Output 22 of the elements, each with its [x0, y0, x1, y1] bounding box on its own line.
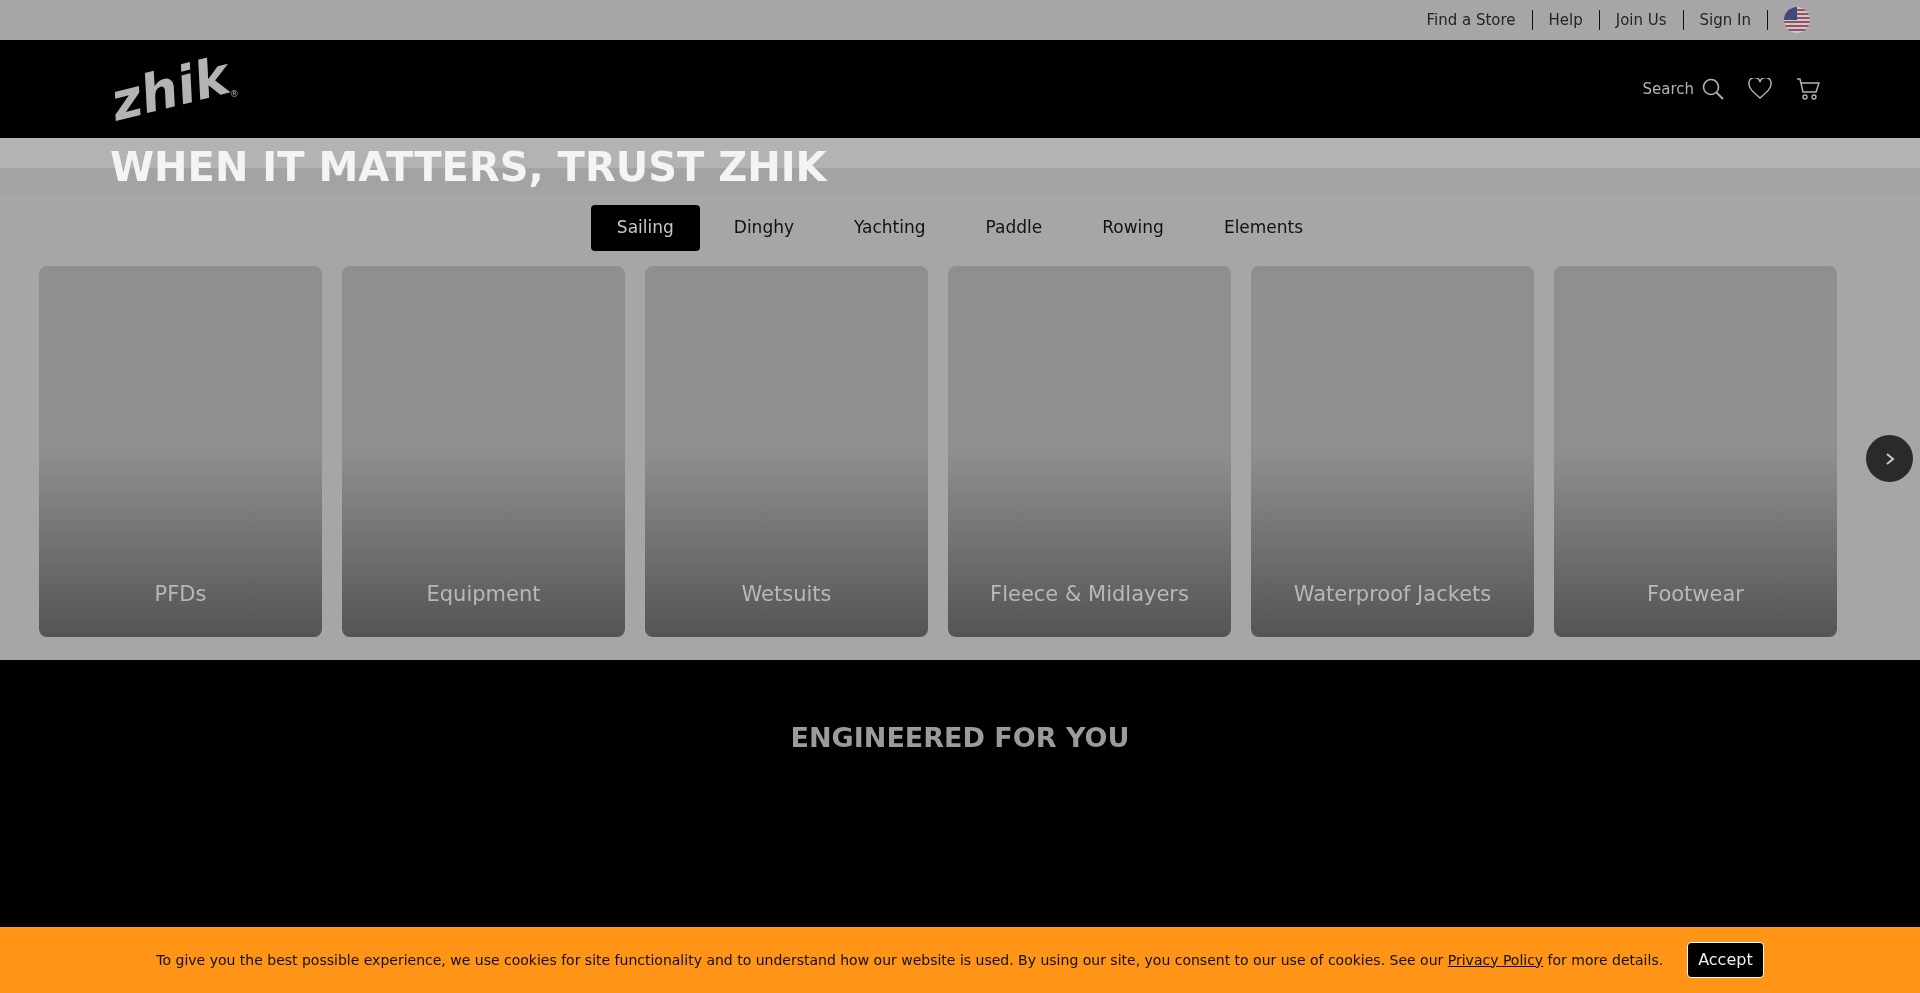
section-heading: ENGINEERED FOR YOU	[789, 722, 1131, 755]
search-icon	[1702, 78, 1724, 100]
hero-heading: WHEN IT MATTERS, TRUST ZHIK	[110, 146, 827, 187]
category-tab[interactable]: Sailing	[590, 205, 700, 251]
next-button[interactable]	[1866, 435, 1913, 482]
cookie-notice: To give you the best possible experience, we use cookies for site functionality and to understand how our website is used. By using our site, you consent to our use of cookies. See our Privacy Policy for more details.	[156, 950, 1664, 970]
store-link[interactable]: Find a Store	[1426, 8, 1516, 32]
wishlist-heart-icon[interactable]	[1748, 78, 1772, 100]
category-tab[interactable]: Paddle	[959, 205, 1069, 251]
cart-icon[interactable]	[1796, 78, 1820, 100]
registered-mark: ®	[229, 88, 239, 99]
flag-icon[interactable]	[1784, 7, 1810, 33]
join-link[interactable]: Join Us	[1615, 8, 1667, 32]
sign-in-link[interactable]: Sign In	[1699, 8, 1751, 32]
category-tab[interactable]: Elements	[1197, 205, 1330, 251]
category-tab[interactable]: Rowing	[1076, 205, 1190, 251]
category-tab[interactable]: Yachting	[828, 205, 952, 251]
accept-button[interactable]: Accept	[1687, 942, 1764, 978]
search-button[interactable]: Search	[1642, 77, 1724, 101]
help-link[interactable]: Help	[1548, 8, 1583, 32]
privacy-policy-link[interactable]: Privacy Policy	[1447, 951, 1544, 968]
category-tab[interactable]: Dinghy	[707, 205, 820, 251]
